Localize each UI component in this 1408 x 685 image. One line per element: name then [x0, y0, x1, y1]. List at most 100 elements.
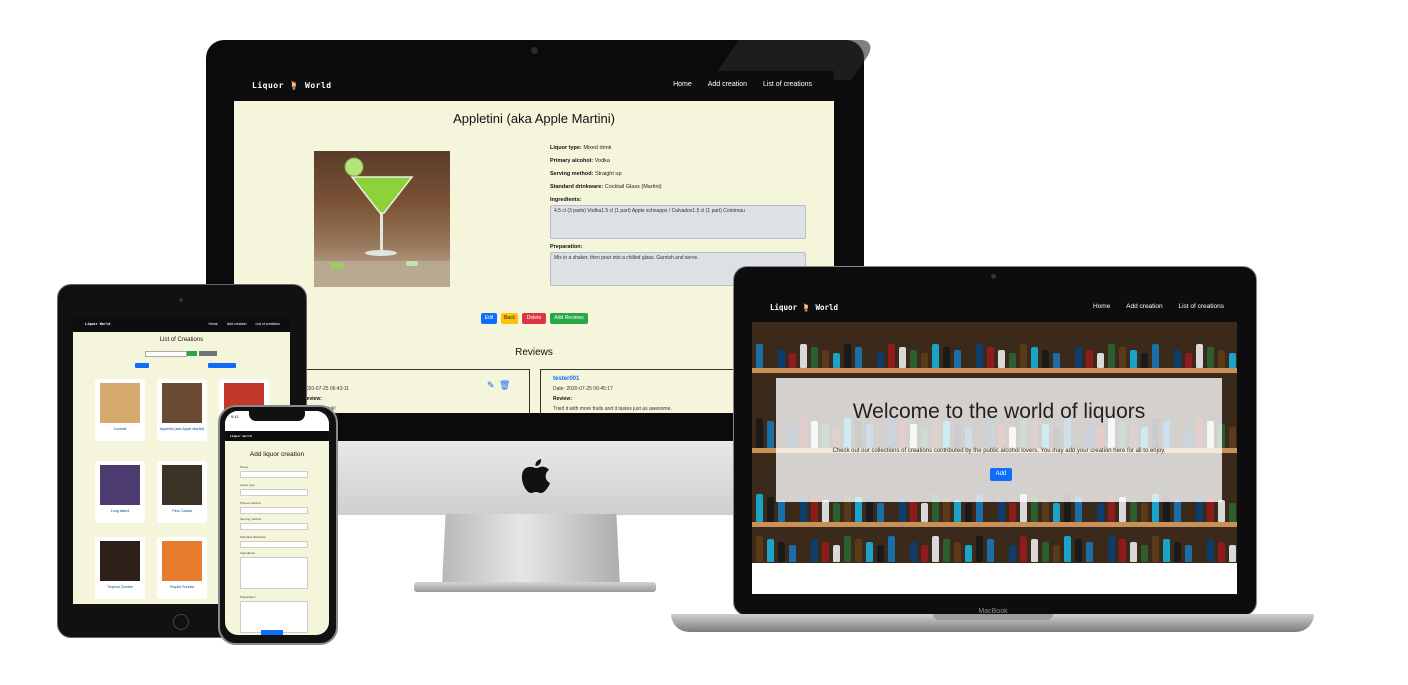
form-input[interactable]	[240, 489, 308, 496]
nav-home[interactable]: Home	[209, 322, 218, 326]
trash-icon[interactable]: 🗑	[499, 380, 510, 391]
bottle	[1119, 347, 1126, 368]
bottle	[888, 344, 895, 368]
brand-logo[interactable]: Liquor World	[230, 434, 252, 438]
creation-card[interactable]: Cocktail	[95, 379, 145, 441]
field-label: Name	[240, 465, 249, 469]
bottle	[811, 347, 818, 368]
bottle	[778, 542, 785, 562]
edit-icon[interactable]: ✎	[487, 380, 495, 391]
creation-image	[162, 383, 202, 423]
bottle	[833, 503, 840, 522]
creation-card[interactable]: Tequila Sunrise	[157, 537, 207, 599]
nav-add-creation[interactable]: Add creation	[708, 81, 747, 88]
creation-card[interactable]: Tropical Zombie	[95, 537, 145, 599]
nav-add-creation[interactable]: Add creation	[1126, 303, 1163, 310]
detail-primary-alcohol: Primary alcohol: Vodka	[550, 158, 610, 164]
review-user[interactable]: tester001	[553, 376, 579, 382]
creation-label[interactable]: Tropical Zombie	[95, 585, 145, 589]
review-label: Review:	[553, 396, 572, 402]
bottle	[965, 545, 972, 562]
bottle	[1108, 344, 1115, 368]
bottle	[844, 536, 851, 562]
bottle	[1141, 503, 1148, 522]
form-input[interactable]	[240, 471, 308, 478]
bottle	[910, 500, 917, 522]
creation-label[interactable]: Cocktail	[95, 427, 145, 431]
creation-label[interactable]: Appletini (aka Apple Martini)	[157, 427, 207, 431]
laptop-brand-text: MacBook	[978, 608, 1008, 615]
form-title: Add liquor creation	[249, 451, 305, 458]
add-review-button[interactable]: Add Reviews	[550, 313, 588, 324]
bottle	[1031, 347, 1038, 368]
bottle	[1185, 503, 1192, 522]
search-input[interactable]	[145, 351, 187, 357]
delete-button[interactable]: Delete	[522, 313, 546, 324]
nav-add-creation[interactable]: Add creation	[227, 322, 247, 326]
creation-card[interactable]: Appletini (aka Apple Martini)	[157, 379, 207, 441]
sort-button[interactable]	[135, 363, 149, 368]
nav-home[interactable]: Home	[1093, 303, 1110, 310]
bottle	[767, 497, 774, 522]
field-label: Primary alcohol	[240, 501, 261, 505]
bottle	[1229, 427, 1236, 448]
camera-icon	[991, 274, 996, 279]
bottle	[756, 494, 763, 522]
bottle	[1064, 344, 1071, 368]
creation-image	[100, 541, 140, 581]
bottle	[954, 500, 961, 522]
brand-logo[interactable]: Liquor 🍹 World	[770, 303, 838, 312]
ingredients-textarea[interactable]: 4.5 cl (3 parts) Vodka1.5 cl (1 part) Ap…	[550, 205, 806, 239]
bottle	[866, 500, 873, 522]
form-input[interactable]	[240, 557, 308, 589]
bottle	[1185, 545, 1192, 562]
edit-button[interactable]: Edit	[481, 313, 497, 324]
bottle	[789, 545, 796, 562]
field-label: Liquor type	[240, 483, 255, 487]
nav-home[interactable]: Home	[673, 81, 692, 88]
bottle	[987, 347, 994, 368]
nav-list-creations[interactable]: List of creations	[255, 322, 280, 326]
bottle	[899, 347, 906, 368]
bottle	[932, 344, 939, 368]
field-label: Serving method	[240, 517, 262, 521]
creation-label[interactable]: Long Island	[95, 509, 145, 513]
bottle	[767, 539, 774, 562]
form-input[interactable]	[240, 541, 308, 548]
nav-list-creations[interactable]: List of creations	[1178, 303, 1224, 310]
bottle	[833, 545, 840, 562]
form-input[interactable]	[240, 601, 308, 633]
bottle	[1163, 347, 1170, 368]
bottle	[1042, 542, 1049, 562]
creation-label[interactable]: Pina Colada	[157, 509, 207, 513]
reset-button[interactable]	[199, 351, 217, 356]
review-date: 2020-07-25 06:43:11	[303, 386, 350, 392]
back-button[interactable]: Back	[501, 313, 518, 324]
field-label: Ingredients	[240, 551, 255, 555]
creation-label[interactable]: Tequila Sunrise	[157, 585, 207, 589]
bottle	[1185, 353, 1192, 368]
add-creation-button[interactable]	[208, 363, 236, 368]
brand-logo[interactable]: Liquor World	[85, 322, 110, 326]
bottle	[1229, 545, 1236, 562]
brand-logo[interactable]: Liquor 🍹 World	[252, 81, 332, 90]
bottle	[910, 542, 917, 562]
creation-card[interactable]: Pina Colada	[157, 461, 207, 523]
form-input[interactable]	[240, 507, 308, 514]
bottle	[1097, 353, 1104, 368]
nav-list-creations[interactable]: List of creations	[763, 81, 812, 88]
bottle	[1229, 503, 1236, 522]
submit-button[interactable]	[261, 630, 283, 635]
bottle	[1174, 542, 1181, 562]
field-label: Preparation	[240, 595, 256, 599]
bottle	[1218, 350, 1225, 368]
bottle	[822, 500, 829, 522]
bottle	[1009, 353, 1016, 368]
bottle	[1075, 539, 1082, 562]
add-button[interactable]: Add	[990, 468, 1012, 481]
bottle	[811, 539, 818, 562]
creation-card[interactable]: Long Island	[95, 461, 145, 523]
bottle	[899, 539, 906, 562]
search-button[interactable]	[187, 351, 197, 356]
form-input[interactable]	[240, 523, 308, 530]
